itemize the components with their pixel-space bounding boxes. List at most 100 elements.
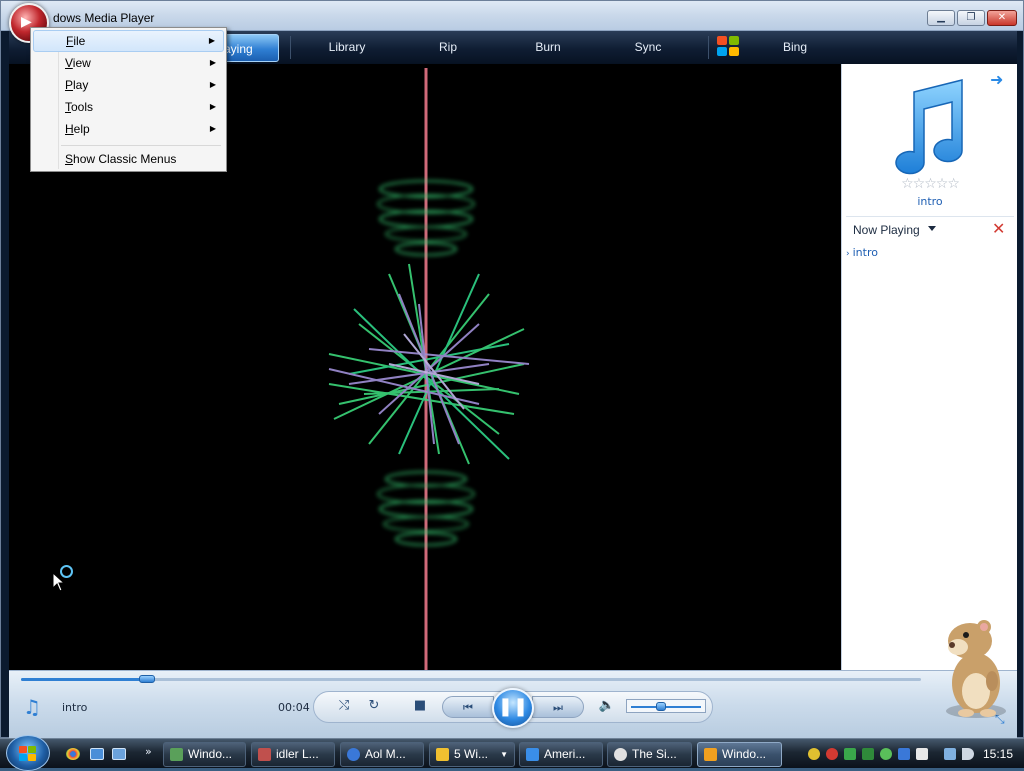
tab-burn[interactable]: Burn bbox=[501, 31, 595, 64]
shuffle-button[interactable]: ⤭ bbox=[334, 698, 354, 713]
quicklaunch-more-button[interactable]: » bbox=[145, 745, 152, 758]
previous-button[interactable]: ⏮ bbox=[442, 696, 494, 718]
phone-icon[interactable] bbox=[862, 748, 874, 760]
transport-controls: ⤭ ↻ ■ ⏮ ⏭ ❚❚ 🔈 bbox=[313, 688, 713, 728]
security-alert-icon[interactable] bbox=[826, 748, 838, 760]
speaker-icon[interactable] bbox=[962, 748, 974, 760]
submenu-arrow-icon: ▶ bbox=[209, 102, 216, 111]
chevron-down-icon[interactable] bbox=[928, 226, 936, 231]
start-button[interactable] bbox=[6, 735, 50, 771]
playlist-item[interactable]: › intro bbox=[846, 246, 878, 259]
playlist-item-label: intro bbox=[852, 246, 878, 259]
menu-item-label: File bbox=[66, 34, 86, 48]
tab-library[interactable]: Library bbox=[299, 31, 395, 64]
submenu-arrow-icon: ▶ bbox=[209, 80, 216, 89]
menu-item-label: Help bbox=[65, 122, 90, 136]
submenu-arrow-icon: ▶ bbox=[209, 124, 216, 133]
close-button[interactable]: ✕ bbox=[987, 10, 1017, 26]
safely-remove-icon[interactable] bbox=[916, 748, 928, 760]
aol-icon bbox=[347, 748, 360, 761]
folder-icon bbox=[436, 748, 449, 761]
app-menu: File ▶ View ▶ Play ▶ Tools ▶ Help ▶ Show Clas… bbox=[30, 27, 227, 172]
system-tray: 15:15 bbox=[804, 742, 1020, 767]
list-pane: ➜ ☆☆☆☆☆ intro Now Playing ✕ › intro bbox=[841, 64, 1017, 670]
music-note-small-icon: ♫ bbox=[23, 695, 41, 719]
menu-item-show-classic-menus[interactable]: Show Classic Menus bbox=[33, 148, 224, 170]
busy-indicator-icon bbox=[60, 565, 73, 578]
windows-flag-icon bbox=[19, 746, 37, 762]
tab-bing[interactable]: Bing bbox=[747, 31, 843, 64]
app-icon bbox=[258, 748, 271, 761]
menu-item-play[interactable]: Play ▶ bbox=[33, 74, 224, 96]
media-player-icon bbox=[704, 748, 717, 761]
media-title: intro bbox=[62, 701, 88, 714]
taskbar-button-label: Aol M... bbox=[365, 747, 406, 761]
minimize-button[interactable]: ▁ bbox=[927, 10, 955, 26]
volume-icon[interactable]: 🔈 bbox=[598, 698, 616, 713]
seek-bar[interactable] bbox=[21, 675, 921, 683]
burst-lines bbox=[328, 263, 530, 465]
radiation-icon[interactable] bbox=[808, 748, 820, 760]
clock[interactable]: 15:15 bbox=[983, 747, 1013, 761]
seek-progress bbox=[21, 678, 147, 681]
submenu-arrow-icon: ▶ bbox=[208, 36, 215, 45]
elapsed-time[interactable]: 00:04 bbox=[278, 701, 310, 714]
now-playing-dropdown[interactable]: Now Playing bbox=[853, 223, 920, 237]
tab-divider bbox=[290, 36, 291, 59]
taskbar-button[interactable]: idler L... bbox=[251, 742, 335, 767]
repeat-button[interactable]: ↻ bbox=[364, 698, 384, 713]
taskbar-button[interactable]: The Si... bbox=[607, 742, 692, 767]
menu-separator bbox=[61, 145, 221, 146]
taskbar-button-label: idler L... bbox=[276, 747, 319, 761]
album-title[interactable]: intro bbox=[842, 195, 1018, 208]
menu-item-tools[interactable]: Tools ▶ bbox=[33, 96, 224, 118]
current-item-icon: › bbox=[846, 249, 850, 259]
menu-item-label: View bbox=[65, 56, 91, 70]
messenger-icon[interactable] bbox=[880, 748, 892, 760]
taskbar-button[interactable]: Aol M... bbox=[340, 742, 424, 767]
seek-thumb[interactable] bbox=[139, 675, 155, 683]
menu-item-view[interactable]: View ▶ bbox=[33, 52, 224, 74]
window-title: dows Media Player bbox=[53, 11, 155, 25]
rating-stars[interactable]: ☆☆☆☆☆ bbox=[842, 176, 1018, 192]
tab-divider bbox=[708, 36, 709, 59]
taskbar: » Windo... idler L... Aol M... 5 Wi... ▼ … bbox=[0, 735, 1024, 771]
chevron-down-icon: ▼ bbox=[500, 750, 508, 759]
tab-sync[interactable]: Sync bbox=[601, 31, 695, 64]
menu-item-label: Tools bbox=[65, 100, 94, 114]
chrome-icon[interactable] bbox=[66, 748, 80, 760]
hamster-mascot-image bbox=[946, 620, 1006, 718]
taskbar-button-label: Windo... bbox=[722, 747, 767, 761]
tab-rip[interactable]: Rip bbox=[401, 31, 495, 64]
windows-flag-icon bbox=[717, 36, 741, 58]
taskbar-button-label: Ameri... bbox=[544, 747, 586, 761]
switch-windows-icon[interactable] bbox=[112, 748, 126, 760]
taskbar-button-label: The Si... bbox=[632, 747, 677, 761]
next-button[interactable]: ⏭ bbox=[532, 696, 584, 718]
taskbar-button[interactable]: Windo... bbox=[163, 742, 246, 767]
app-icon bbox=[526, 748, 539, 761]
network-icon[interactable] bbox=[898, 748, 910, 760]
red-x-icon[interactable]: ✕ bbox=[992, 219, 1005, 238]
monitor-icon[interactable] bbox=[944, 748, 956, 760]
submenu-arrow-icon: ▶ bbox=[209, 58, 216, 67]
show-desktop-icon[interactable] bbox=[90, 748, 104, 760]
control-bar: ♫ intro 00:04 ⤭ ↻ ■ ⏮ ⏭ ❚❚ 🔈 ⤡ bbox=[9, 670, 1017, 738]
headphones-icon bbox=[614, 748, 627, 761]
volume-thumb[interactable] bbox=[656, 702, 667, 711]
music-note-icon bbox=[895, 79, 963, 175]
menu-item-help[interactable]: Help ▶ bbox=[33, 118, 224, 140]
stop-button[interactable]: ■ bbox=[410, 698, 430, 713]
volume-slider[interactable] bbox=[626, 699, 706, 713]
app-icon bbox=[170, 748, 183, 761]
pause-button[interactable]: ❚❚ bbox=[492, 688, 534, 728]
menu-item-file[interactable]: File ▶ bbox=[33, 30, 224, 52]
arrow-right-icon[interactable]: ➜ bbox=[990, 70, 1003, 89]
taskbar-button-active[interactable]: Windo... bbox=[697, 742, 782, 767]
taskbar-group-button[interactable]: 5 Wi... ▼ bbox=[429, 742, 515, 767]
taskbar-button-label: 5 Wi... bbox=[454, 747, 489, 761]
taskbar-button[interactable]: Ameri... bbox=[519, 742, 603, 767]
maximize-button[interactable]: ❐ bbox=[957, 10, 985, 26]
taskbar-button-label: Windo... bbox=[188, 747, 233, 761]
check-icon[interactable] bbox=[844, 748, 856, 760]
